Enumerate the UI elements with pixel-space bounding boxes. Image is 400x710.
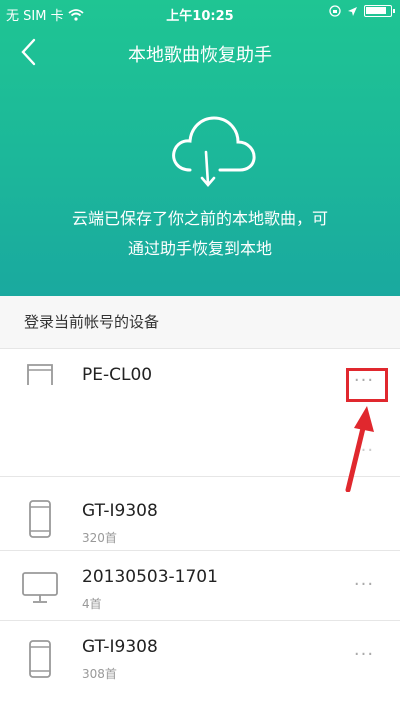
- orientation-lock-icon: [329, 5, 341, 17]
- device-name: GT-I9308: [82, 637, 158, 657]
- hero-line-1: 云端已保存了你之前的本地歌曲，可: [71, 209, 328, 228]
- device-more-button[interactable]: ···: [346, 646, 382, 671]
- song-count: 4首: [82, 597, 102, 611]
- phone-icon: [27, 364, 53, 385]
- location-icon: [348, 6, 357, 16]
- device-name: 20130503-1701: [82, 567, 218, 587]
- section-label: 登录当前帐号的设备: [0, 296, 400, 348]
- hero-line-2: 通过助手恢复到本地: [127, 239, 272, 258]
- hero-text: 云端已保存了你之前的本地歌曲，可 通过助手恢复到本地: [30, 204, 370, 264]
- header-banner: 无 SIM 卡 上午10:25 本地歌曲恢复助手 云端已保存了你之前的本地歌曲，…: [0, 0, 400, 296]
- device-name: PE-CL00: [82, 365, 153, 385]
- device-row-4[interactable]: GT-I9308 308首 ···: [0, 620, 400, 710]
- device-row-3[interactable]: 20130503-1701 4首 ···: [0, 550, 400, 620]
- device-name: GT-I9308: [82, 501, 158, 521]
- phone-icon: [29, 640, 51, 678]
- song-count: 320首: [82, 531, 117, 545]
- status-right: [329, 5, 395, 17]
- device-more-button[interactable]: ···: [346, 576, 382, 601]
- song-count: 308首: [82, 667, 117, 681]
- status-bar: 无 SIM 卡 上午10:25: [0, 0, 400, 26]
- highlight-box: [346, 368, 388, 402]
- nav-bar: 本地歌曲恢复助手: [0, 30, 400, 74]
- red-arrow-icon: [345, 406, 374, 492]
- battery-icon: [364, 5, 395, 17]
- phone-icon: [29, 500, 51, 538]
- page-title: 本地歌曲恢复助手: [128, 45, 272, 66]
- cloud-download-icon: [172, 116, 256, 187]
- desktop-icon: [22, 572, 58, 603]
